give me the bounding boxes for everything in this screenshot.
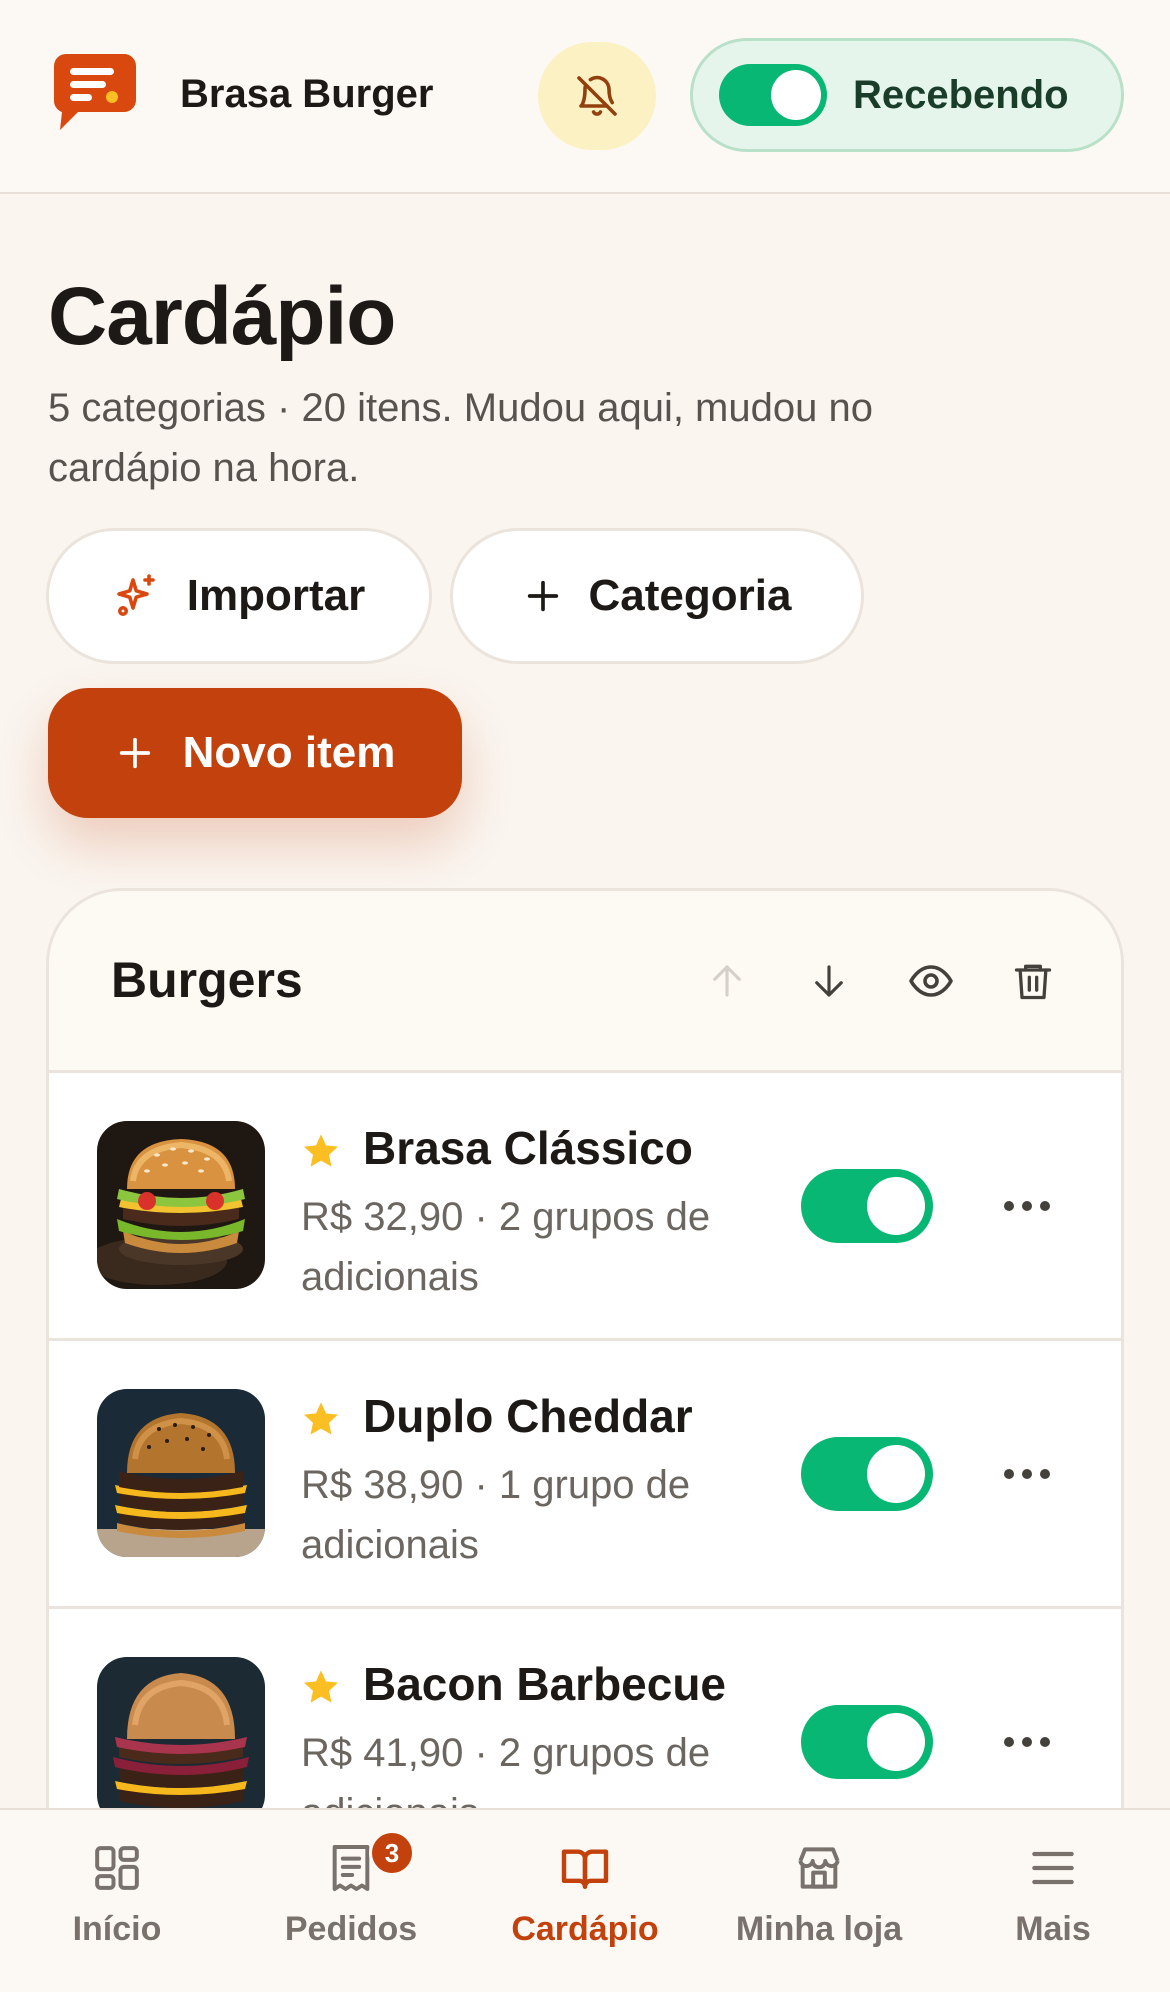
delete-category-button[interactable]: [1001, 949, 1065, 1013]
more-options-icon[interactable]: [997, 1717, 1057, 1767]
nav-label: Mais: [1015, 1910, 1091, 1948]
nav-item-cardapio[interactable]: Cardápio: [468, 1810, 702, 1992]
category-header: Burgers: [49, 891, 1121, 1073]
menu-item-row[interactable]: Brasa Clássico R$ 32,90 · 2 grupos de ad…: [49, 1073, 1121, 1341]
burger-photo: [97, 1389, 265, 1557]
nav-item-inicio[interactable]: Início: [0, 1810, 234, 1992]
item-availability-toggle[interactable]: [801, 1437, 933, 1511]
item-availability-toggle[interactable]: [801, 1705, 933, 1779]
store-name: Brasa Burger: [180, 72, 434, 116]
more-options-icon[interactable]: [997, 1449, 1057, 1499]
pending-orders-badge: 3: [369, 1830, 415, 1876]
move-up-button[interactable]: [695, 949, 759, 1013]
arrow-up-icon: [713, 965, 741, 997]
notifications-muted-button[interactable]: [538, 42, 656, 150]
nav-label: Cardápio: [511, 1910, 659, 1948]
sparkles-icon: [116, 574, 155, 616]
page-subtitle: 5 categorias · 20 itens. Mudou aqui, mud…: [48, 386, 873, 490]
toggle-visibility-button[interactable]: [899, 949, 963, 1013]
nav-label: Início: [72, 1910, 162, 1948]
item-name: Brasa Clássico: [363, 1122, 693, 1174]
new-item-button[interactable]: Novo item: [48, 688, 462, 818]
receiving-label: Recebendo: [853, 72, 1069, 117]
category-label: Categoria: [588, 571, 792, 620]
book-icon: [561, 1849, 609, 1889]
nav-item-mais[interactable]: Mais: [936, 1810, 1170, 1992]
item-details: R$ 32,90 · 2 grupos de adicionais: [301, 1195, 711, 1299]
receiving-orders-toggle[interactable]: Recebendo: [690, 38, 1124, 152]
category-actions: [695, 949, 1065, 1013]
item-name: Duplo Cheddar: [363, 1390, 693, 1442]
receiving-switch[interactable]: [719, 64, 827, 126]
menu-icon: [1032, 1851, 1074, 1885]
category-name[interactable]: Burgers: [111, 951, 303, 1009]
store-icon: [798, 1847, 840, 1889]
top-bar: Brasa Burger Recebendo: [0, 0, 1170, 194]
plus-icon: [119, 737, 150, 769]
nav-label: Minha loja: [735, 1910, 903, 1948]
item-availability-toggle[interactable]: [801, 1169, 933, 1243]
featured-star-icon: [304, 1134, 338, 1167]
app-logo-icon: [52, 52, 138, 134]
eye-icon: [909, 965, 953, 997]
move-down-button[interactable]: [797, 949, 861, 1013]
trash-icon: [1014, 964, 1052, 1000]
bell-off-icon: [577, 75, 617, 116]
arrow-down-icon: [815, 965, 843, 997]
import-label: Importar: [186, 571, 366, 620]
burger-photo: [97, 1657, 265, 1825]
nav-label: Pedidos: [284, 1910, 418, 1948]
nav-item-pedidos[interactable]: 3 Pedidos: [234, 1810, 468, 1992]
page-title: Cardápio: [48, 271, 396, 362]
item-name: Bacon Barbecue: [363, 1658, 727, 1710]
burger-photo: [97, 1121, 265, 1289]
featured-star-icon: [304, 1670, 338, 1703]
menu-item-row[interactable]: Duplo Cheddar R$ 38,90 · 1 grupo de adic…: [49, 1341, 1121, 1609]
more-options-icon[interactable]: [997, 1181, 1057, 1231]
plus-icon: [527, 580, 558, 612]
nav-item-minha-loja[interactable]: Minha loja: [702, 1810, 936, 1992]
featured-star-icon: [304, 1402, 338, 1435]
add-category-button[interactable]: Categoria: [450, 528, 864, 664]
item-details: R$ 38,90 · 1 grupo de adicionais: [301, 1463, 691, 1567]
import-button[interactable]: Importar: [46, 528, 432, 664]
bottom-nav: Início 3 Pedidos Cardápio Minha loja Mai…: [0, 1808, 1170, 1992]
new-item-label: Novo item: [182, 728, 396, 777]
grid-icon: [95, 1846, 139, 1890]
